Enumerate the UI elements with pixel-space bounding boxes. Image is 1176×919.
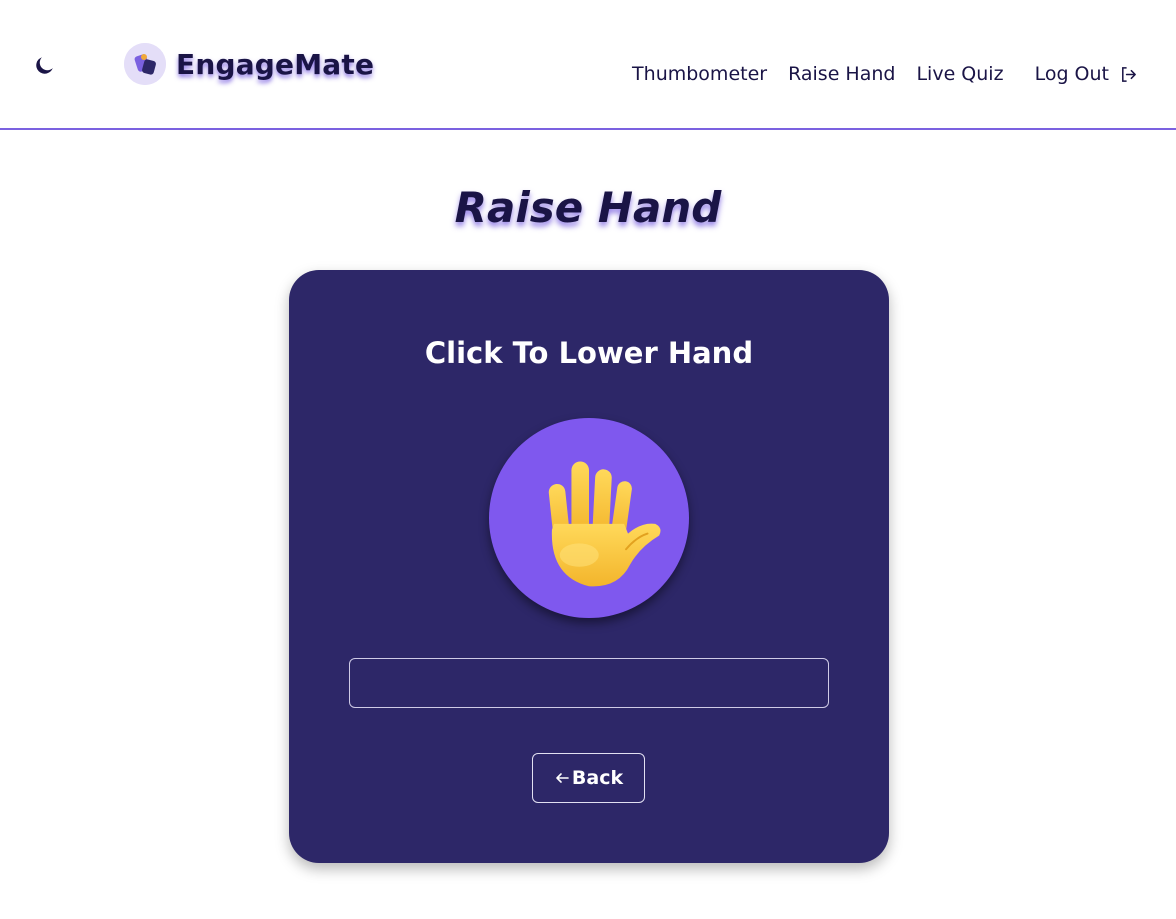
moon-icon[interactable] [32, 54, 56, 78]
message-input[interactable] [349, 658, 829, 708]
nav-item-raise-hand[interactable]: Raise Hand [788, 63, 895, 85]
card-heading: Click To Lower Hand [424, 336, 754, 370]
main-nav: Thumbometer Raise Hand Live Quiz Log Out [611, 63, 1138, 85]
lower-hand-button[interactable] [489, 418, 689, 618]
nav-item-thumbometer[interactable]: Thumbometer [632, 63, 767, 85]
brand-name: EngageMate [176, 47, 375, 81]
logout-link[interactable]: Log Out [1035, 63, 1138, 85]
back-label: Back [571, 767, 624, 789]
nav-item-live-quiz[interactable]: Live Quiz [916, 63, 1003, 85]
raise-hand-card: Click To Lower Hand Back [289, 270, 889, 863]
brand-logo[interactable]: EngageMate [124, 43, 374, 85]
arrow-left-icon [556, 773, 569, 783]
top-navbar: EngageMate Thumbometer Raise Hand Live Q… [0, 0, 1176, 130]
raised-hand-icon [548, 461, 661, 587]
logout-icon [1122, 66, 1136, 82]
logout-label: Log Out [1034, 63, 1109, 85]
page-title: Raise Hand [454, 183, 722, 232]
engagemate-logo-icon [124, 43, 166, 85]
back-button[interactable]: Back [532, 753, 645, 803]
